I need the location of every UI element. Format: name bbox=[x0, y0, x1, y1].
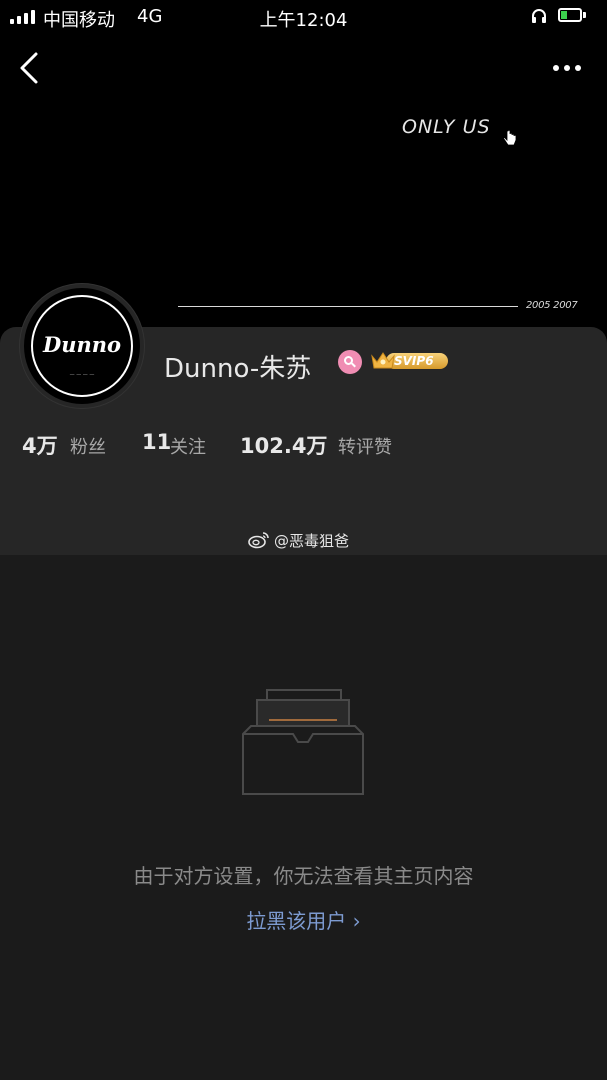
block-user-link[interactable]: 拉黑该用户 › bbox=[0, 905, 607, 934]
svip-label: SVIP6 bbox=[394, 354, 434, 368]
following-label[interactable]: 关注 bbox=[170, 433, 206, 459]
status-bar: 中国移动 4G 上午12:04 bbox=[0, 0, 607, 34]
weibo-logo-icon bbox=[248, 532, 269, 549]
reposts-label: 转评赞 bbox=[338, 437, 392, 458]
avatar-logo-subtext: — — — — bbox=[69, 372, 95, 378]
verified-icon[interactable] bbox=[338, 350, 362, 374]
headphone-icon bbox=[532, 9, 546, 23]
reposts-count: 102.4万 bbox=[240, 434, 328, 458]
chevron-left-icon bbox=[20, 52, 38, 84]
following-count[interactable]: 11 bbox=[142, 430, 171, 454]
watermark-text: @恶毒狙爸 bbox=[274, 531, 350, 550]
avatar[interactable]: Dunno — — — — bbox=[20, 284, 144, 408]
user-name: Dunno-朱苏 bbox=[164, 354, 312, 384]
avatar-logo-text: Dunno bbox=[42, 332, 122, 357]
more-dots-icon bbox=[553, 65, 581, 71]
crown-icon bbox=[371, 352, 395, 369]
battery-nub bbox=[583, 12, 586, 18]
followers-count[interactable]: 4万 bbox=[22, 430, 58, 460]
hand-cursor-icon bbox=[503, 130, 517, 146]
empty-box-icon bbox=[242, 689, 364, 795]
back-button[interactable] bbox=[14, 48, 48, 88]
watermark: @恶毒狙爸 bbox=[248, 530, 349, 550]
status-time: 上午12:04 bbox=[259, 10, 348, 31]
banner-timeline bbox=[178, 306, 518, 307]
empty-state-message: 由于对方设置，你无法查看其主页内容 bbox=[133, 864, 474, 888]
banner-years: 2005 2007 bbox=[526, 300, 578, 311]
svip-badge[interactable]: SVIP6 bbox=[370, 350, 448, 372]
battery-icon bbox=[558, 8, 582, 22]
banner-title: ONLY US bbox=[402, 116, 491, 138]
more-options-button[interactable] bbox=[548, 56, 588, 80]
followers-label[interactable]: 粉丝 bbox=[70, 433, 106, 459]
